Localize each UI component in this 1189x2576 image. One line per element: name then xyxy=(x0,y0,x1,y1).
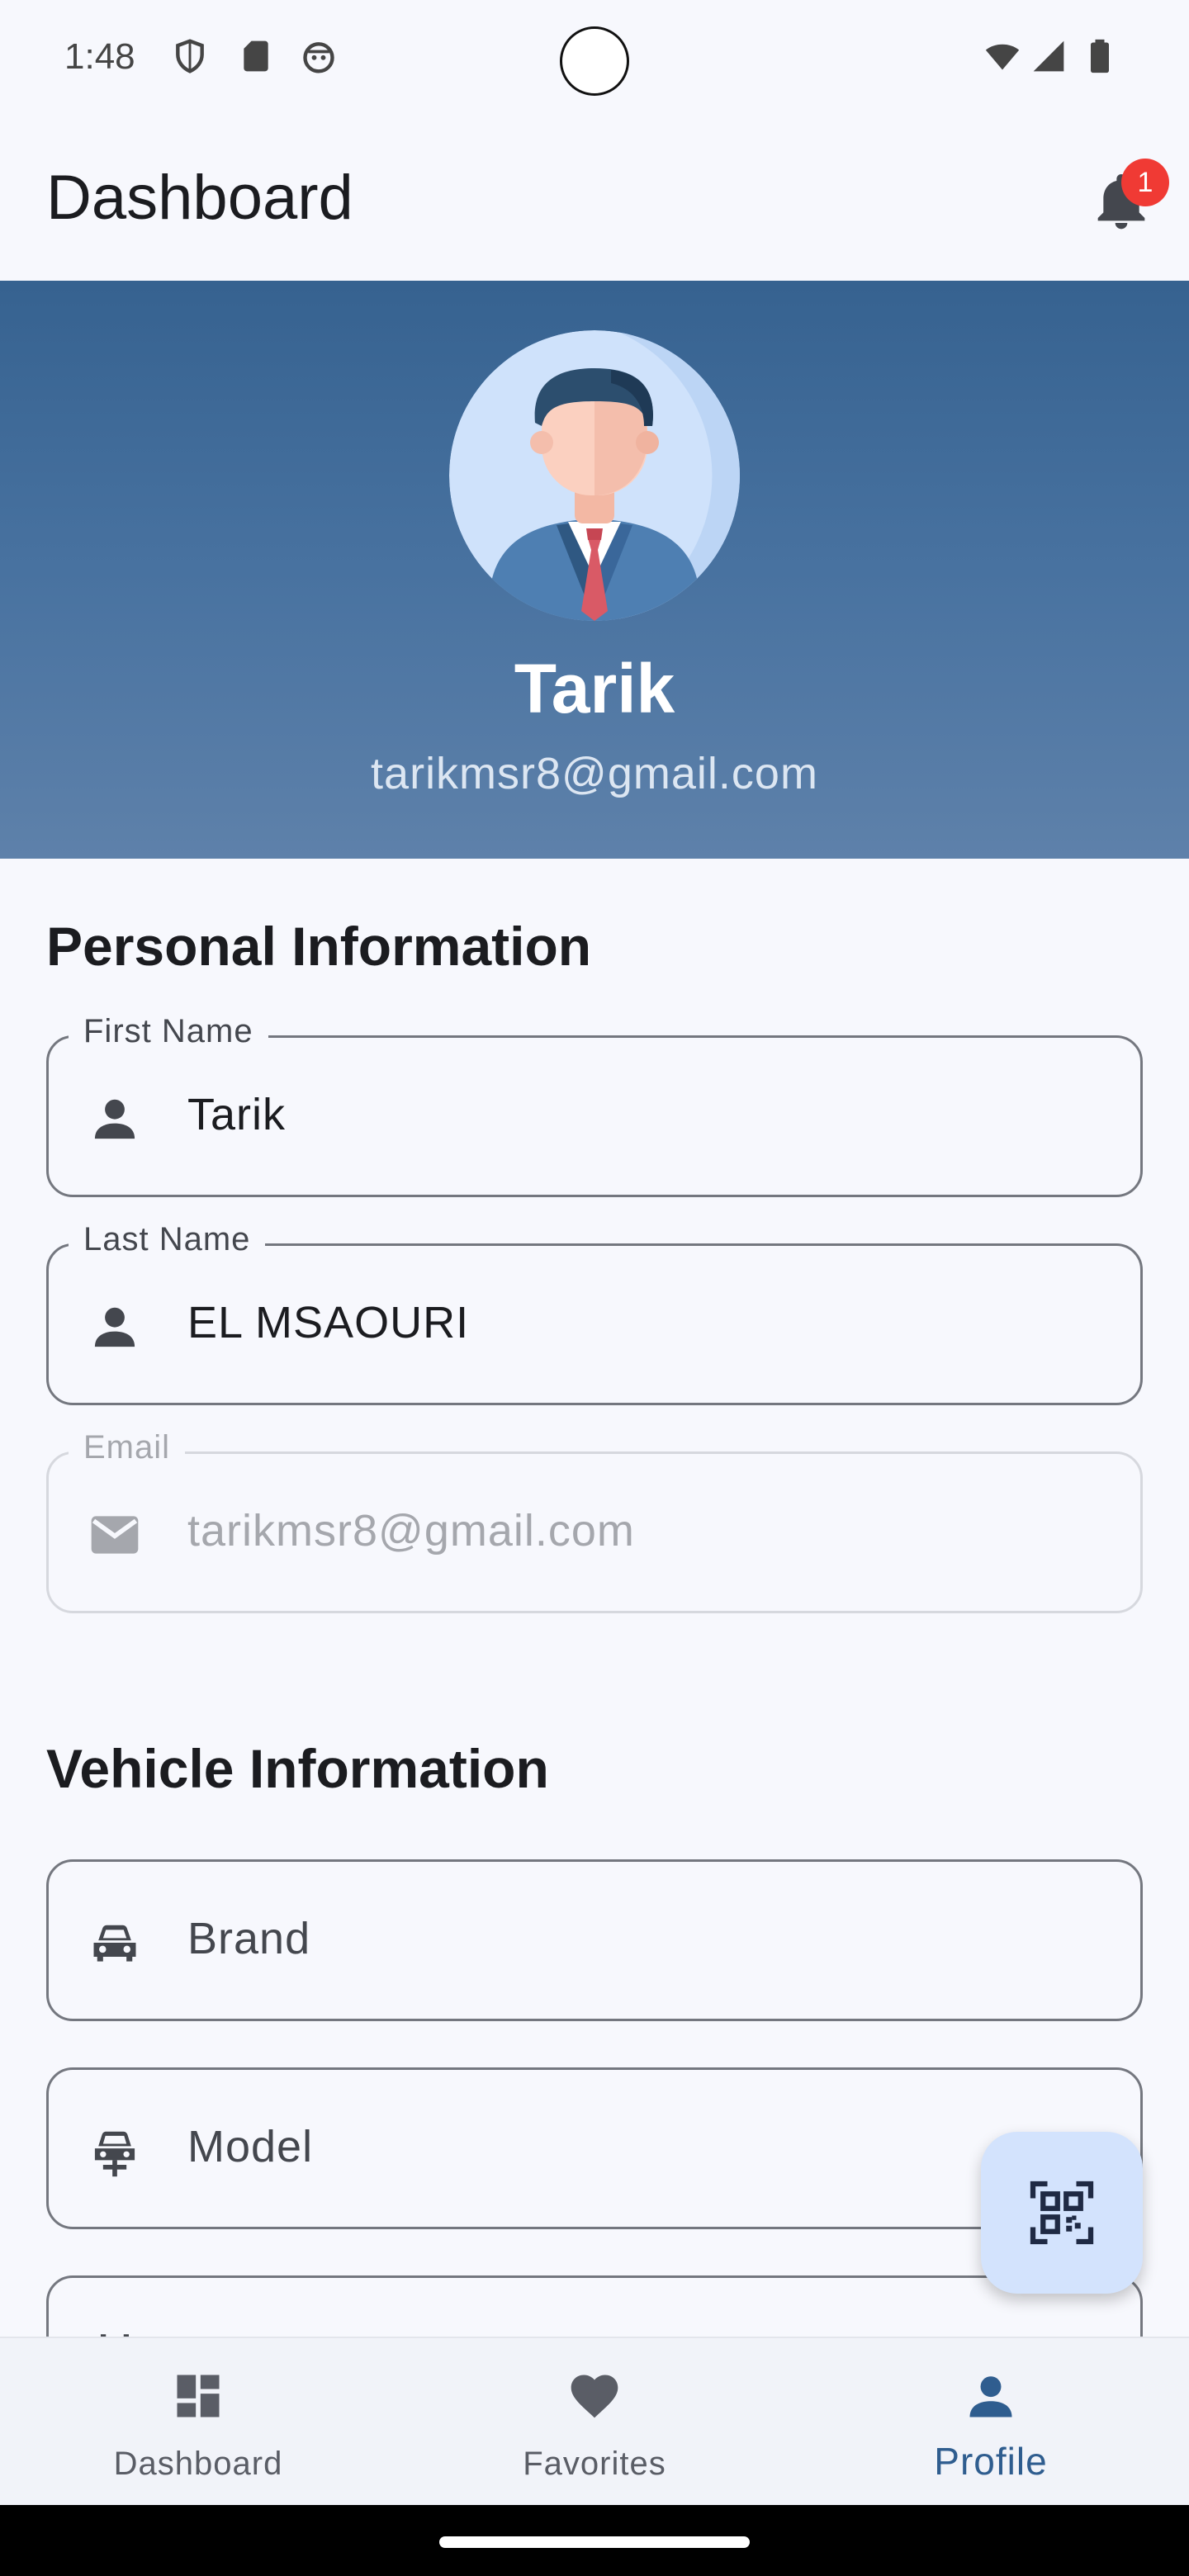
camera-cutout xyxy=(560,26,629,96)
system-gesture-bar xyxy=(0,2505,1189,2576)
personal-info-heading: Personal Information xyxy=(46,916,592,977)
bottom-navigation: Dashboard Favorites Profile xyxy=(0,2337,1189,2505)
qr-scan-icon xyxy=(1030,2181,1094,2245)
vehicle-info-heading: Vehicle Information xyxy=(46,1738,549,1799)
notifications-button[interactable]: 1 xyxy=(1088,159,1169,234)
last-name-label: Last Name xyxy=(69,1221,266,1258)
person-icon xyxy=(94,1307,135,1347)
brand-field[interactable]: Brand xyxy=(46,1859,1143,2021)
first-name-value: Tarik xyxy=(187,1090,287,1139)
nav-item-dashboard[interactable]: Dashboard xyxy=(0,2338,396,2507)
email-value: tarikmsr8@gmail.com xyxy=(187,1506,635,1556)
home-gesture-handle[interactable] xyxy=(439,2536,750,2548)
person-icon xyxy=(94,1099,135,1139)
model-placeholder: Model xyxy=(187,2122,314,2171)
app-bar: Dashboard 1 xyxy=(0,124,1189,281)
battery-icon xyxy=(1091,39,1109,73)
email-field: Email tarikmsr8@gmail.com xyxy=(46,1429,1143,1613)
android-face-icon xyxy=(303,42,334,73)
shield-icon xyxy=(176,39,204,73)
car-rental-icon xyxy=(94,2131,135,2177)
wifi-icon xyxy=(985,44,1020,70)
last-name-value: EL MSAOURI xyxy=(187,1298,470,1347)
nav-item-profile[interactable]: Profile xyxy=(793,2338,1189,2507)
status-bar: 1:48 xyxy=(0,0,1189,124)
brand-placeholder: Brand xyxy=(187,1914,311,1963)
profile-header: Tarik tarikmsr8@gmail.com xyxy=(0,281,1189,859)
nav-label-dashboard: Dashboard xyxy=(113,2446,283,2482)
first-name-field[interactable]: First Name Tarik xyxy=(46,1013,1143,1197)
email-label: Email xyxy=(69,1429,186,1466)
signal-icon xyxy=(1033,40,1064,72)
page-title: Dashboard xyxy=(46,163,353,233)
first-name-label: First Name xyxy=(69,1013,268,1050)
notification-badge: 1 xyxy=(1121,159,1169,206)
last-name-field[interactable]: Last Name EL MSAOURI xyxy=(46,1221,1143,1405)
nav-item-favorites[interactable]: Favorites xyxy=(396,2338,793,2507)
status-time: 1:48 xyxy=(64,36,135,77)
mail-icon xyxy=(91,1516,139,1554)
person-icon xyxy=(969,2376,1012,2417)
sd-card-icon xyxy=(244,40,268,72)
avatar-illustration xyxy=(449,330,740,621)
model-field[interactable]: Model xyxy=(46,2067,1143,2229)
nav-label-favorites: Favorites xyxy=(523,2446,666,2482)
heart-icon xyxy=(571,2375,618,2418)
dashboard-icon xyxy=(177,2375,220,2417)
profile-email: tarikmsr8@gmail.com xyxy=(371,749,818,798)
avatar[interactable] xyxy=(449,330,740,621)
nav-label-profile: Profile xyxy=(934,2440,1048,2483)
qr-scan-button[interactable] xyxy=(981,2132,1143,2294)
car-icon xyxy=(93,1925,136,1962)
profile-name: Tarik xyxy=(514,650,675,727)
profile-screen: 1:48 Dashboard 1 Tarik tarikmsr8@gmail.c… xyxy=(0,0,1189,2576)
